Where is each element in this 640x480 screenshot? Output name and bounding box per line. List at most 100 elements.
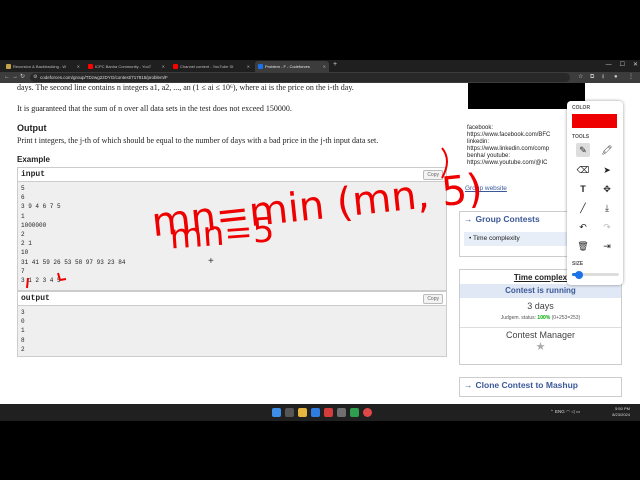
- output-label: output: [21, 294, 50, 303]
- undo-icon[interactable]: ↶: [576, 220, 590, 234]
- size-label: SIZE: [572, 261, 584, 267]
- search-icon[interactable]: [285, 408, 294, 417]
- download-icon[interactable]: ⤓: [600, 201, 614, 215]
- profile-icon[interactable]: ●: [614, 73, 618, 82]
- arrow-right-icon: →: [464, 214, 473, 224]
- downloads-icon[interactable]: ⭳: [602, 73, 604, 82]
- output-section-title: Output: [17, 123, 47, 133]
- contest-duration: 3 days: [527, 301, 554, 311]
- site-info-icon[interactable]: ⚙: [33, 73, 37, 82]
- statement-line: days. The second line contains n integer…: [17, 83, 354, 92]
- url-field[interactable]: ⚙ codeforces.com/group/TDzwg2zDYG/contes…: [30, 73, 570, 82]
- volume-icon[interactable]: ◁: [571, 409, 574, 414]
- screen: Recursion & Backtracking - W ✕ ICPC Banh…: [0, 0, 640, 480]
- exit-icon[interactable]: ⇥: [600, 239, 614, 253]
- input-line: 2: [21, 231, 25, 239]
- example-title: Example: [17, 155, 50, 164]
- window-controls: — ☐ ✕: [606, 60, 638, 71]
- input-line: 3 1 2 3 4 5: [21, 277, 61, 285]
- back-icon[interactable]: ←: [4, 73, 10, 82]
- forward-icon[interactable]: →: [12, 73, 18, 82]
- tab-label: Recursion & Backtracking - W: [13, 64, 67, 69]
- clock-date: 8/23/2024: [612, 412, 630, 417]
- judgem-prefix: Judgem. status:: [500, 315, 538, 321]
- output-line: 8: [21, 336, 25, 344]
- address-bar-row: ← → ↻ ⚙ codeforces.com/group/TDzwg2zDYG/…: [0, 72, 640, 83]
- size-slider-knob[interactable]: [575, 270, 584, 279]
- clock[interactable]: 5:50 PM 8/23/2024: [612, 406, 630, 418]
- line-tool-icon[interactable]: ╱: [576, 201, 590, 215]
- chrome-icon[interactable]: [363, 408, 372, 417]
- browser-tab-bar: Recursion & Backtracking - W ✕ ICPC Banh…: [0, 60, 640, 72]
- app-icon[interactable]: [350, 408, 359, 417]
- input-line: 3 9 4 6 7 5: [21, 203, 61, 211]
- drawing-tool-panel: COLOR TOOLS ✎ 🖍 ⌫ ➤ T ✥ ╱ ⤓ ↶ ↷ 🗑 ⇥ SIZE: [567, 101, 623, 285]
- maximize-icon[interactable]: ☐: [620, 60, 625, 71]
- output-line: 3: [21, 309, 25, 316]
- marker-icon[interactable]: 🖍: [600, 143, 614, 157]
- close-icon[interactable]: ✕: [75, 64, 80, 69]
- tab-label: Problem - F - Codeforces: [265, 64, 310, 69]
- youtube-icon: [173, 64, 178, 69]
- tab-label: ICPC Banha Community - YouT: [95, 64, 152, 69]
- battery-icon[interactable]: ▭: [576, 409, 580, 414]
- extensions-icon[interactable]: ⧉: [590, 73, 594, 82]
- input-line: 31 41 59 26 53 58 97 93 23 84: [21, 258, 126, 266]
- language-indicator[interactable]: ENG: [555, 409, 565, 414]
- input-line: 6: [21, 194, 25, 202]
- file-explorer-icon[interactable]: [298, 408, 307, 417]
- copy-output-button[interactable]: Copy: [423, 294, 443, 304]
- chevron-up-icon[interactable]: ⌃: [550, 409, 554, 414]
- close-icon[interactable]: ✕: [321, 64, 326, 69]
- app-icon[interactable]: [337, 408, 346, 417]
- arrow-right-icon: →: [464, 380, 473, 390]
- color-label: COLOR: [572, 105, 591, 111]
- tools-label: TOOLS: [572, 134, 590, 140]
- minimize-icon[interactable]: —: [606, 60, 612, 71]
- color-swatch[interactable]: [572, 114, 617, 128]
- windows-start-icon[interactable]: [272, 408, 281, 417]
- sample-output-box: output Copy 3 0182: [17, 291, 447, 357]
- eraser-icon[interactable]: ⌫: [576, 163, 590, 177]
- codeforces-icon: [258, 64, 263, 69]
- size-slider-track[interactable]: [572, 270, 619, 279]
- output-line: 0: [21, 318, 25, 326]
- tab-channel-content[interactable]: Channel content - YouTube St ✕: [170, 61, 253, 72]
- group-contests-title: Group Contests: [475, 214, 540, 224]
- pen-icon[interactable]: ✎: [576, 143, 590, 157]
- sample-input-box: input Copy 5 63 9 4 6 7 5 1 1000000 2 2 1 10 31…: [17, 167, 447, 291]
- input-label: input: [21, 170, 46, 179]
- new-tab-button[interactable]: +: [333, 61, 337, 68]
- clone-contest-header[interactable]: → Clone Contest to Mashup: [460, 378, 621, 392]
- group-website-link[interactable]: Group website: [465, 185, 507, 192]
- close-icon[interactable]: ✕: [245, 64, 250, 69]
- input-line: 1000000: [21, 221, 47, 229]
- output-line: 1: [21, 327, 25, 335]
- contest-manager: Contest Manager: [460, 327, 621, 340]
- text-tool-icon[interactable]: T: [576, 182, 590, 196]
- redo-icon[interactable]: ↷: [600, 220, 614, 234]
- output-line: 2: [21, 345, 25, 353]
- tab-icpc-banha[interactable]: ICPC Banha Community - YouT ✕: [85, 61, 168, 72]
- close-icon[interactable]: ✕: [160, 64, 165, 69]
- reload-icon[interactable]: ↻: [20, 73, 25, 82]
- windows-taskbar: ⌃ ENG ◠ ◁ ▭ 5:50 PM 8/23/2024: [0, 404, 640, 421]
- app-icon[interactable]: [324, 408, 333, 417]
- menu-icon[interactable]: ⋮: [628, 73, 634, 82]
- input-line: 5: [21, 185, 25, 192]
- group-contest-item[interactable]: • Time complexity: [464, 232, 568, 246]
- move-icon[interactable]: ✥: [600, 182, 614, 196]
- tab-codeforces-problem[interactable]: Problem - F - Codeforces ✕: [255, 61, 329, 72]
- pointer-icon[interactable]: ➤: [600, 163, 614, 177]
- close-window-icon[interactable]: ✕: [633, 60, 638, 71]
- edge-icon[interactable]: [311, 408, 320, 417]
- star-icon[interactable]: ☆: [578, 73, 583, 82]
- url-text: codeforces.com/group/TDzwg2zDYG/contest/…: [40, 75, 168, 80]
- copy-input-button[interactable]: Copy: [423, 170, 443, 180]
- trash-icon[interactable]: 🗑: [576, 239, 590, 253]
- tab-recursion[interactable]: Recursion & Backtracking - W ✕: [3, 61, 83, 72]
- star-icon[interactable]: ★: [460, 340, 621, 354]
- wifi-icon[interactable]: ◠: [566, 409, 570, 414]
- input-line: 7: [21, 267, 25, 275]
- bullet-icon: •: [469, 235, 472, 242]
